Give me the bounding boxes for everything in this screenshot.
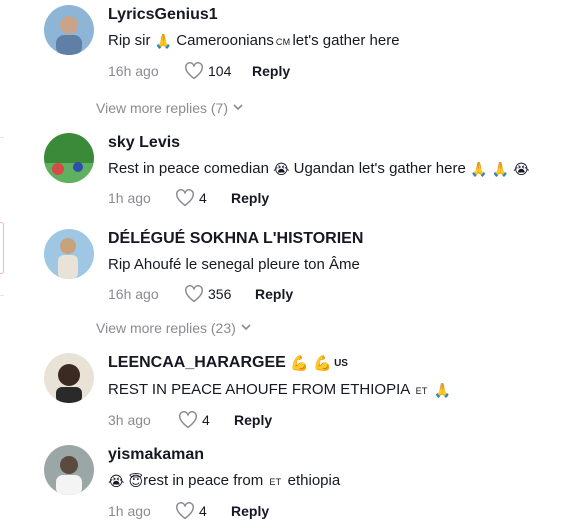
- reply-button[interactable]: Reply: [231, 501, 269, 521]
- chevron-down-icon: [233, 104, 243, 114]
- flag-cm-icon: CM: [275, 37, 291, 47]
- comment-time: 16h ago: [108, 63, 159, 79]
- edge-divider: [0, 137, 4, 138]
- avatar[interactable]: [44, 133, 94, 183]
- avatar[interactable]: [44, 229, 94, 279]
- flag-et-icon: ET: [415, 386, 428, 396]
- crying-face-icon: 😭: [273, 161, 290, 177]
- comment-time: 16h ago: [108, 286, 159, 302]
- like-button[interactable]: 4: [178, 410, 210, 430]
- heart-outline-icon: [184, 62, 204, 80]
- smiling-face-halo-icon: 😇: [128, 473, 144, 489]
- reply-button[interactable]: Reply: [231, 188, 269, 208]
- comment-text: Rip Ahoufé le senegal pleure ton Âme: [108, 256, 360, 273]
- like-count: 356: [208, 286, 232, 302]
- comment-text: Rip sir 🙏 Cameroonians CM let's gather her…: [108, 32, 400, 49]
- comment-username[interactable]: LEENCAA_HARARGEE 💪 💪 US: [108, 353, 564, 374]
- edge-divider: [0, 295, 4, 296]
- praying-hands-icon: 🙏: [469, 161, 488, 177]
- reply-button[interactable]: Reply: [234, 410, 272, 430]
- like-count: 4: [199, 190, 207, 206]
- like-count: 4: [202, 412, 210, 428]
- reply-button[interactable]: Reply: [255, 284, 293, 304]
- comment-username[interactable]: yismakaman: [108, 445, 564, 465]
- avatar[interactable]: [44, 353, 94, 403]
- comment-text: Rest in peace comedian 😭 Ugandan let's g…: [108, 160, 530, 177]
- like-button[interactable]: 4: [175, 188, 207, 208]
- like-count: 4: [199, 503, 207, 519]
- view-more-replies[interactable]: View more replies (7): [96, 98, 243, 118]
- edge-highlight: [0, 222, 4, 274]
- praying-hands-icon: 🙏: [433, 382, 452, 398]
- praying-hands-icon: 🙏: [154, 33, 173, 49]
- comment-time: 1h ago: [108, 190, 151, 206]
- comment-text: REST IN PEACE AHOUFE FROM ETHIOPIA ET 🙏: [108, 381, 452, 398]
- like-button[interactable]: 104: [184, 61, 231, 81]
- crying-face-icon: 😭: [108, 473, 125, 489]
- comment-time: 1h ago: [108, 503, 151, 519]
- chevron-down-icon: [241, 324, 251, 334]
- comment-time: 3h ago: [108, 412, 151, 428]
- heart-outline-icon: [175, 502, 195, 520]
- avatar[interactable]: [44, 445, 94, 495]
- view-more-replies[interactable]: View more replies (23): [96, 318, 251, 338]
- like-button[interactable]: 4: [175, 501, 207, 521]
- comment-username[interactable]: DÉLÉGUÉ SOKHNA L'HISTORIEN: [108, 229, 564, 249]
- heart-outline-icon: [178, 411, 198, 429]
- praying-hands-icon: 🙏: [491, 161, 509, 177]
- flexed-biceps-icon: 💪: [313, 355, 333, 372]
- reply-button[interactable]: Reply: [252, 61, 290, 81]
- heart-outline-icon: [175, 189, 195, 207]
- like-count: 104: [208, 63, 232, 79]
- comment-username[interactable]: LyricsGenius1: [108, 5, 564, 25]
- like-button[interactable]: 356: [184, 284, 231, 304]
- flexed-biceps-icon: 💪: [290, 355, 309, 372]
- flag-us-icon: US: [334, 358, 348, 369]
- flag-et-icon: ET: [269, 477, 282, 487]
- heart-outline-icon: [184, 285, 204, 303]
- avatar[interactable]: [44, 5, 94, 55]
- crying-face-icon: 😭: [513, 161, 530, 177]
- comment-username[interactable]: sky Levis: [108, 133, 564, 153]
- comment-text: 😭 😇rest in peace from ET ethiopia: [108, 472, 341, 489]
